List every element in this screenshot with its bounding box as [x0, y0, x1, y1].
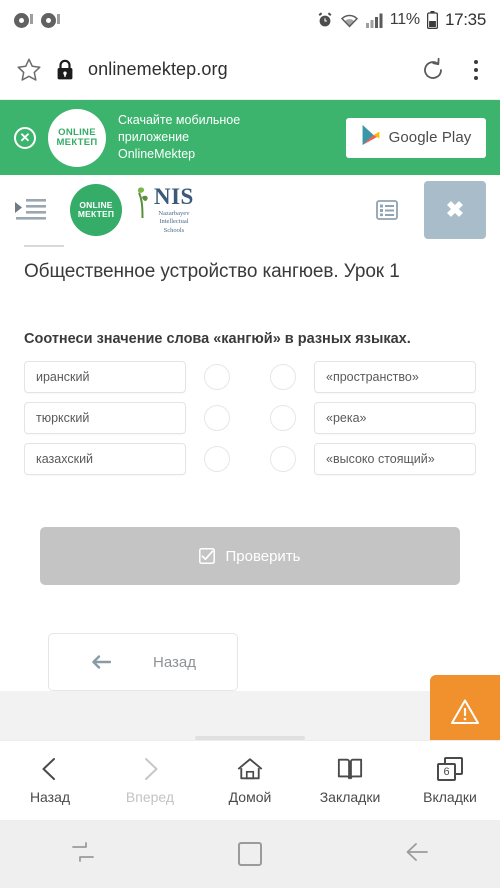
- check-button-label: Проверить: [225, 547, 301, 565]
- alarm-icon: [317, 12, 333, 28]
- star-icon[interactable]: [16, 57, 42, 83]
- matching-exercise: иранский «пространство» тюркский «река» …: [24, 361, 476, 475]
- right-option[interactable]: «река»: [314, 402, 476, 434]
- url-text[interactable]: onlinemektep.org: [88, 59, 228, 80]
- notification-dot-icon: [41, 12, 60, 28]
- right-option[interactable]: «высоко стоящий»: [314, 443, 476, 475]
- browser-bookmarks-label: Закладки: [319, 789, 381, 805]
- phone-screen: 11% 17:35 onlinemektep.org ✕ ONLINE МЕКТ…: [0, 0, 500, 888]
- check-button[interactable]: Проверить: [40, 527, 460, 585]
- nis-name: NIS: [154, 184, 194, 210]
- match-row: тюркский «река»: [24, 402, 476, 434]
- banner-text-line2: OnlineMektep: [118, 146, 196, 161]
- back-button-label: Назад: [153, 653, 196, 671]
- battery-percent-label: 11%: [389, 11, 420, 28]
- match-row: иранский «пространство»: [24, 361, 476, 393]
- right-connector-node[interactable]: [270, 446, 296, 472]
- browser-tabs-label: Вкладки: [423, 789, 477, 805]
- left-option[interactable]: казахский: [24, 443, 186, 475]
- checkbox-checked-icon: [199, 548, 216, 564]
- site-logo-line2: МЕКТЕП: [77, 209, 115, 219]
- google-play-button[interactable]: Google Play: [346, 117, 486, 158]
- lock-icon: [56, 59, 74, 81]
- home-square-icon: [238, 842, 262, 866]
- system-back-button[interactable]: [333, 840, 500, 869]
- browser-forward-label: Вперед: [125, 789, 175, 805]
- status-clock: 17:35: [444, 10, 486, 29]
- browser-tabs-button[interactable]: 6 Вкладки: [400, 756, 500, 805]
- status-bar: 11% 17:35: [0, 0, 500, 40]
- banner-logo-line1: ONLINE: [58, 126, 96, 138]
- report-problem-button[interactable]: [430, 675, 500, 748]
- notification-dot-icon: [14, 12, 33, 28]
- battery-icon: [426, 11, 438, 29]
- arrow-left-icon: [91, 654, 112, 670]
- left-connector-node[interactable]: [204, 446, 230, 472]
- browser-home-label: Домой: [228, 789, 272, 805]
- recents-icon: [70, 840, 96, 869]
- browser-url-bar: onlinemektep.org: [0, 40, 500, 100]
- home-button[interactable]: [167, 842, 334, 866]
- browser-home-button[interactable]: Домой: [200, 756, 300, 805]
- nis-sub-line3: Schools: [163, 226, 185, 234]
- warning-triangle-icon: [450, 697, 480, 727]
- url-bar-actions: [420, 57, 484, 83]
- nis-subtitle: Nazarbayev Intellectual Schools: [154, 210, 194, 234]
- tabs-icon: 6: [437, 756, 463, 782]
- left-connector-node[interactable]: [204, 364, 230, 390]
- left-option[interactable]: тюркский: [24, 402, 186, 434]
- right-option[interactable]: «пространство»: [314, 361, 476, 393]
- google-play-icon: [361, 124, 381, 151]
- content-divider: [24, 245, 64, 247]
- app-promo-banner: ✕ ONLINE МЕКТЕП Скачайте мобильное прило…: [0, 100, 500, 175]
- indent-menu-icon[interactable]: [14, 197, 48, 223]
- signal-bars-icon: [365, 13, 383, 28]
- banner-logo-line2: МЕКТЕП: [56, 136, 98, 148]
- onlinemektep-logo[interactable]: ONLINE МЕКТЕП: [70, 184, 122, 236]
- site-header: ONLINE МЕКТЕП NIS Nazarbayev Intellectua…: [0, 175, 500, 245]
- status-notification-area: [14, 12, 60, 28]
- browser-forward-button[interactable]: Вперед: [100, 756, 200, 805]
- close-icon[interactable]: ✖: [424, 181, 486, 239]
- browser-bottom-bar: Назад Вперед Домой Закладки 6 Вкладки: [0, 740, 500, 820]
- close-circle-icon[interactable]: ✕: [14, 126, 36, 149]
- page-title: Общественное устройство кангюев. Урок 1: [24, 261, 400, 282]
- kebab-menu-icon[interactable]: [468, 58, 484, 82]
- recents-button[interactable]: [0, 840, 167, 869]
- onlinemektep-banner-logo: ONLINE МЕКТЕП: [48, 108, 106, 167]
- tab-count-label: 6: [437, 763, 456, 781]
- reload-icon[interactable]: [420, 57, 446, 83]
- right-connector-node[interactable]: [270, 405, 296, 431]
- google-play-label: Google Play: [388, 129, 472, 146]
- lesson-content: Общественное устройство кангюев. Урок 1 …: [0, 245, 500, 691]
- wifi-icon: [340, 13, 359, 28]
- right-connector-node[interactable]: [270, 364, 296, 390]
- banner-text: Скачайте мобильное приложение OnlineMekt…: [118, 112, 308, 163]
- match-row: казахский «высоко стоящий»: [24, 443, 476, 475]
- back-arrow-icon: [404, 840, 430, 869]
- android-nav-bar: [0, 820, 500, 888]
- list-icon[interactable]: [376, 199, 398, 221]
- nis-logo: NIS Nazarbayev Intellectual Schools: [134, 185, 194, 234]
- nis-sub-line1: Nazarbayev: [158, 210, 190, 218]
- task-instruction: Соотнеси значение слова «кангюй» в разны…: [24, 331, 411, 347]
- left-connector-node[interactable]: [204, 405, 230, 431]
- home-icon: [237, 756, 263, 782]
- header-actions: ✖: [376, 181, 486, 239]
- nis-sub-line2: Intellectual: [159, 218, 189, 226]
- browser-back-button[interactable]: Назад: [0, 756, 100, 805]
- chevron-right-icon: [137, 756, 163, 782]
- browser-bookmarks-button[interactable]: Закладки: [300, 756, 400, 805]
- left-option[interactable]: иранский: [24, 361, 186, 393]
- back-button[interactable]: Назад: [48, 633, 238, 691]
- book-icon: [337, 756, 363, 782]
- banner-text-line1: Скачайте мобильное приложение: [118, 113, 241, 145]
- chevron-left-icon: [37, 756, 63, 782]
- nis-sprout-icon: [134, 185, 151, 224]
- browser-back-label: Назад: [29, 789, 71, 805]
- status-system-area: 11% 17:35: [317, 10, 486, 30]
